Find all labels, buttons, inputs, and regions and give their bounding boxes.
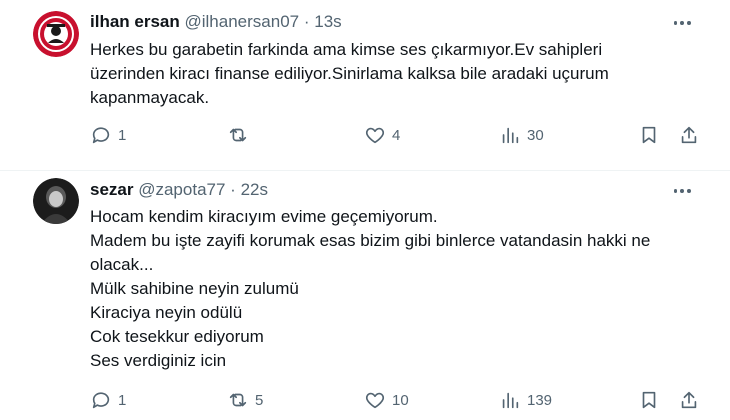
- like-button[interactable]: 10: [364, 385, 409, 415]
- share-icon: [681, 126, 697, 144]
- user-handle[interactable]: @zapota77: [138, 180, 225, 199]
- share-icon: [681, 391, 697, 409]
- reply-icon: [92, 392, 110, 409]
- separator-dot: ·: [303, 12, 310, 31]
- like-icon: [365, 392, 385, 409]
- retweet-button[interactable]: [227, 120, 255, 150]
- like-icon: [365, 127, 385, 144]
- share-button[interactable]: [678, 120, 700, 150]
- more-icon[interactable]: [672, 15, 692, 31]
- display-name[interactable]: sezar: [90, 180, 133, 199]
- user-handle[interactable]: @ilhanersan07: [185, 12, 300, 31]
- retweet-button[interactable]: 5: [227, 385, 263, 415]
- bookmark-button[interactable]: [638, 385, 660, 415]
- share-button[interactable]: [678, 385, 700, 415]
- retweet-icon: [229, 393, 247, 407]
- reply-icon: [92, 127, 110, 144]
- tweet-text-line: kapanmayacak.: [90, 88, 210, 107]
- tweet-text: Hocam kendim kiracıyım evime geçemiyorum…: [90, 205, 700, 373]
- views-icon: [502, 127, 519, 144]
- tweet-text-line: Mülk sahibine neyin zulumü: [90, 279, 299, 298]
- like-count: 4: [392, 126, 401, 144]
- timestamp[interactable]: 22s: [241, 180, 268, 199]
- like-count: 10: [392, 391, 409, 409]
- tweet-text-line: Madem bu işte zayifi korumak esas bizim …: [90, 231, 651, 250]
- views-button[interactable]: 139: [499, 385, 552, 415]
- tweet-text: Herkes bu garabetin farkinda ama kimse s…: [90, 38, 700, 110]
- tweet-text-line: Cok tesekkur ediyorum: [90, 327, 264, 346]
- display-name[interactable]: ilhan ersan: [90, 12, 180, 31]
- like-button[interactable]: 4: [364, 120, 400, 150]
- tweet-text-line: üzerinden kiracı finanse ediliyor.Sinirl…: [90, 64, 609, 83]
- reply-count: 1: [118, 126, 127, 144]
- avatar-sezar[interactable]: [33, 178, 79, 224]
- avatar-ilhan[interactable]: [33, 11, 79, 57]
- reply-button[interactable]: 1: [90, 120, 126, 150]
- tweet-text-line: Kiraciya neyin odülü: [90, 303, 243, 322]
- action-bar: 1 5 10 139: [80, 385, 720, 415]
- views-button[interactable]: 30: [499, 120, 544, 150]
- views-count: 139: [527, 391, 553, 409]
- views-count: 30: [527, 126, 544, 144]
- bookmark-icon: [642, 126, 656, 144]
- tweet-text-line: Herkes bu garabetin farkinda ama kimse s…: [90, 40, 603, 59]
- tweet-text-line: olacak...: [90, 255, 154, 274]
- more-icon[interactable]: [672, 183, 692, 199]
- tweet-text-line: Hocam kendim kiracıyım evime geçemiyorum…: [90, 207, 438, 226]
- tweet-2[interactable]: sezar @zapota77 · 22s Hocam kendim kirac…: [0, 171, 730, 420]
- timestamp[interactable]: 13s: [314, 12, 341, 31]
- views-icon: [502, 392, 519, 409]
- bookmark-icon: [642, 391, 656, 409]
- reply-count: 1: [118, 391, 127, 409]
- reply-button[interactable]: 1: [90, 385, 126, 415]
- separator-dot: ·: [230, 180, 236, 199]
- retweet-count: 5: [255, 391, 264, 409]
- retweet-icon: [229, 128, 247, 142]
- tweet-header: ilhan ersan @ilhanersan07 · 13s: [90, 12, 342, 32]
- bookmark-button[interactable]: [638, 120, 660, 150]
- action-bar: 1 4 30: [80, 120, 720, 150]
- tweet-1[interactable]: ilhan ersan @ilhanersan07 · 13s Herkes b…: [0, 0, 730, 170]
- tweet-text-line: Ses verdiginiz icin: [90, 351, 227, 370]
- tweet-header: sezar @zapota77 · 22s: [90, 180, 268, 200]
